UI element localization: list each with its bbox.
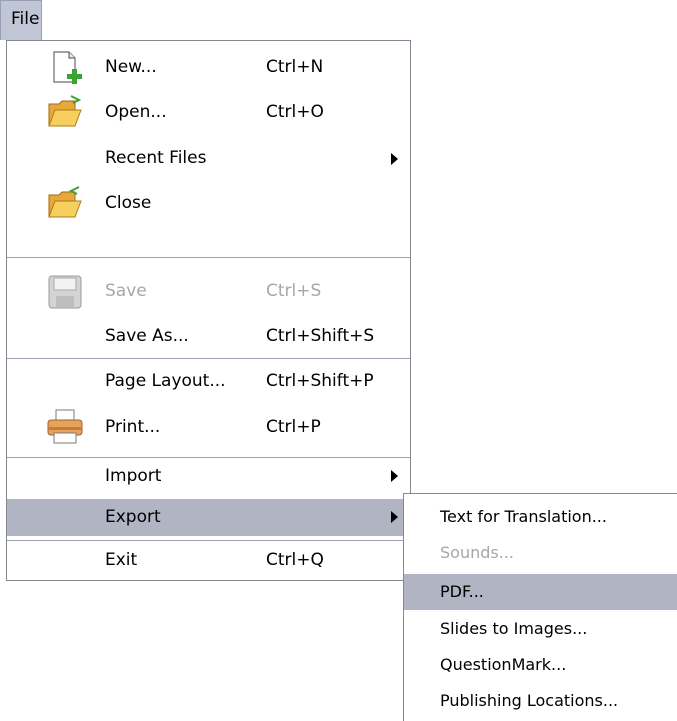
menu-item-print-label: Print... [105, 417, 161, 437]
submenu-arrow-icon [391, 511, 398, 523]
menu-item-import[interactable]: Import [7, 458, 410, 494]
menu-item-close[interactable]: Close [7, 181, 410, 226]
menu-separator [7, 257, 410, 258]
submenu-item-label: QuestionMark... [440, 655, 567, 674]
close-folder-icon [45, 183, 85, 223]
submenu-item-sounds[interactable]: Sounds... [404, 535, 677, 571]
menu-item-save-as-shortcut: Ctrl+Shift+S [266, 326, 375, 346]
menu-item-new-label: New... [105, 57, 157, 77]
menu-item-page-layout[interactable]: Page Layout... Ctrl+Shift+P [7, 359, 410, 404]
menu-item-import-label: Import [105, 466, 162, 486]
submenu-item-slides-to-images[interactable]: Slides to Images... [404, 611, 677, 647]
menu-item-exit-label: Exit [105, 550, 138, 570]
menu-item-print[interactable]: Print... Ctrl+P [7, 405, 410, 450]
menu-item-save-label: Save [105, 281, 147, 301]
file-menu-dropdown: New... Ctrl+N Open... Ctrl+O Recent File… [6, 40, 411, 581]
submenu-item-publishing-locations[interactable]: Publishing Locations... [404, 683, 677, 719]
menu-item-page-layout-label: Page Layout... [105, 371, 226, 391]
submenu-item-questionmark[interactable]: QuestionMark... [404, 647, 677, 683]
menu-item-recent-files[interactable]: Recent Files [7, 136, 410, 181]
menu-item-new-shortcut: Ctrl+N [266, 57, 324, 77]
menu-item-save-shortcut: Ctrl+S [266, 281, 322, 301]
submenu-item-label: Slides to Images... [440, 619, 588, 638]
file-menu-label: File [11, 9, 40, 29]
menu-item-open-shortcut: Ctrl+O [266, 102, 324, 122]
menu-item-export-label: Export [105, 507, 161, 527]
submenu-item-label: PDF... [440, 582, 484, 601]
submenu-item-label: Sounds... [440, 543, 514, 562]
submenu-item-label: Publishing Locations... [440, 691, 619, 710]
menu-item-open-label: Open... [105, 102, 167, 122]
file-menu-button[interactable]: File [0, 0, 42, 40]
open-folder-icon [45, 92, 85, 132]
menu-item-save[interactable]: Save Ctrl+S [7, 269, 410, 314]
menu-item-new[interactable]: New... Ctrl+N [7, 45, 410, 90]
save-disk-icon [45, 272, 85, 312]
menu-item-export[interactable]: Export [7, 499, 410, 536]
menu-item-exit[interactable]: Exit Ctrl+Q [7, 541, 410, 579]
submenu-item-label: Text for Translation... [440, 507, 607, 526]
submenu-arrow-icon [391, 470, 398, 482]
submenu-item-pdf[interactable]: PDF... [404, 574, 677, 610]
new-document-icon [45, 48, 85, 88]
export-submenu: Text for Translation... Sounds... PDF...… [403, 493, 677, 721]
printer-icon [45, 407, 85, 447]
menu-item-save-as-label: Save As... [105, 326, 189, 346]
menu-item-exit-shortcut: Ctrl+Q [266, 550, 324, 570]
submenu-item-text-for-translation[interactable]: Text for Translation... [404, 499, 677, 535]
menu-item-print-shortcut: Ctrl+P [266, 417, 321, 437]
submenu-arrow-icon [391, 153, 398, 165]
menu-item-page-layout-shortcut: Ctrl+Shift+P [266, 371, 374, 391]
menu-item-close-label: Close [105, 193, 152, 213]
menu-item-save-as[interactable]: Save As... Ctrl+Shift+S [7, 314, 410, 359]
menu-item-open[interactable]: Open... Ctrl+O [7, 90, 410, 135]
menu-item-recent-files-label: Recent Files [105, 148, 207, 168]
